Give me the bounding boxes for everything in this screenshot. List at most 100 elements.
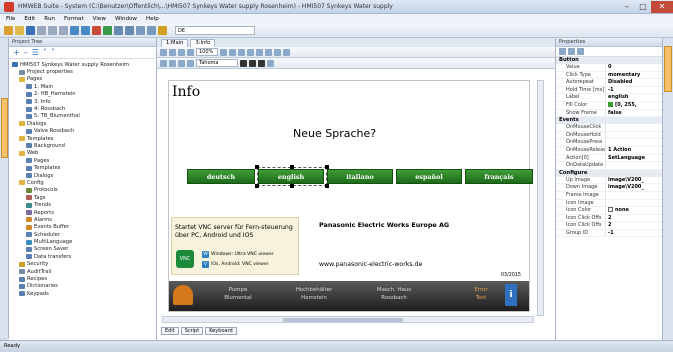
new-icon[interactable] xyxy=(4,26,13,35)
nav-button-maschhaus[interactable]: Masch. Haus Rossbach xyxy=(359,287,429,302)
property-row[interactable]: OnMouseRelease 1 Action xyxy=(556,146,662,155)
property-value[interactable]: 2 xyxy=(606,215,662,222)
property-row[interactable]: Show Frame false xyxy=(556,109,662,118)
resize-handle[interactable] xyxy=(255,165,259,169)
property-value[interactable]: image\V200_ xyxy=(606,177,662,184)
tree-item[interactable]: Web xyxy=(9,150,156,157)
property-value[interactable] xyxy=(606,139,662,146)
remove-icon[interactable]: – xyxy=(24,48,28,57)
stop-icon[interactable] xyxy=(92,26,101,35)
text-tool-icon[interactable] xyxy=(160,59,167,67)
align-right-icon[interactable] xyxy=(238,48,245,56)
tree-item[interactable]: Config xyxy=(9,179,156,186)
tree-item[interactable]: 2: HB_Hamstein xyxy=(9,91,156,98)
color-swatch[interactable] xyxy=(608,101,613,107)
nav-button-pumpe[interactable]: Pumpe Blumental xyxy=(203,287,273,302)
property-row[interactable]: Fill Color [0, 255, xyxy=(556,101,662,110)
resize-handle[interactable] xyxy=(290,184,294,188)
tab-edit[interactable]: Edit xyxy=(161,327,179,335)
tree-item[interactable]: Protocols xyxy=(9,187,156,194)
tree-item[interactable]: AuditTrail xyxy=(9,268,156,275)
categorized-icon[interactable] xyxy=(559,48,566,55)
italic-icon[interactable] xyxy=(249,59,256,67)
tree-item[interactable]: Dialogs xyxy=(9,120,156,127)
vnc-info-box[interactable]: Startet VNC server für Fern-steuerung üb… xyxy=(171,217,299,275)
resize-handle[interactable] xyxy=(290,165,294,169)
property-row[interactable]: OnMousePress xyxy=(556,139,662,147)
property-value[interactable] xyxy=(606,124,662,131)
property-row[interactable]: Group ID -1 xyxy=(556,229,662,238)
lang-button-espanol[interactable]: español xyxy=(396,169,462,184)
close-button[interactable]: ✕ xyxy=(651,0,673,13)
property-value[interactable]: momentary xyxy=(606,72,662,79)
menu-format[interactable]: Format xyxy=(64,16,84,22)
left-dock-tab[interactable] xyxy=(1,98,8,158)
tree-item[interactable]: Templates xyxy=(9,135,156,142)
tree-item[interactable]: 4: Rossbach xyxy=(9,105,156,112)
font-select[interactable]: Tahoma xyxy=(196,59,238,67)
tree-item[interactable]: Screen Saver xyxy=(9,246,156,253)
tree-item[interactable]: Recipes xyxy=(9,275,156,282)
menu-run[interactable]: Run xyxy=(44,16,55,22)
property-row[interactable]: Down Image image\V200_ xyxy=(556,184,662,192)
tree-item[interactable]: Valve Rossbach xyxy=(9,128,156,135)
text-align-icon[interactable] xyxy=(267,59,274,67)
tab-info[interactable]: 3:Info xyxy=(190,39,216,47)
widget-icon[interactable] xyxy=(158,26,167,35)
property-value[interactable]: false xyxy=(606,110,662,117)
property-value[interactable]: -1 xyxy=(606,230,662,237)
property-value[interactable]: none xyxy=(606,207,662,214)
version-date[interactable]: 03/2015 xyxy=(501,273,521,278)
property-value[interactable] xyxy=(606,162,662,169)
property-value[interactable]: image\V200_ xyxy=(606,184,662,191)
align-center-icon[interactable] xyxy=(229,48,236,56)
zoom-fit-icon[interactable] xyxy=(178,48,185,56)
tree-item[interactable]: Security xyxy=(9,261,156,268)
resize-handle[interactable] xyxy=(255,184,259,188)
tree-item[interactable]: Background xyxy=(9,142,156,149)
property-row[interactable]: Up Image image\V200_ xyxy=(556,176,662,185)
property-row[interactable]: Label english xyxy=(556,94,662,102)
tree-item[interactable]: Keypads xyxy=(9,290,156,297)
bring-front-icon[interactable] xyxy=(265,48,272,56)
property-value[interactable]: english xyxy=(606,94,662,101)
property-row[interactable]: Hold Time [ms] -1 xyxy=(556,86,662,95)
property-row[interactable]: OnMouseHold xyxy=(556,131,662,140)
language-select[interactable]: DE xyxy=(175,26,255,35)
upload-icon[interactable] xyxy=(125,26,134,35)
maximize-button[interactable]: □ xyxy=(635,1,651,13)
add-icon[interactable]: + xyxy=(13,48,20,57)
tree-item[interactable]: Trends xyxy=(9,201,156,208)
menu-help[interactable]: Help xyxy=(146,16,159,22)
line-tool-icon[interactable] xyxy=(178,59,185,67)
tab-main[interactable]: 1:Main xyxy=(161,39,189,47)
company-url[interactable]: www.panasonic-electric-works.de xyxy=(319,261,422,268)
property-row[interactable]: Icon Click Offs 2 xyxy=(556,222,662,230)
checkbox[interactable] xyxy=(608,207,613,213)
info-icon[interactable]: i xyxy=(505,284,517,306)
property-value[interactable] xyxy=(606,200,662,207)
tree-item[interactable]: Data transfers xyxy=(9,253,156,260)
tree-item[interactable]: Dialogs xyxy=(9,172,156,179)
property-row[interactable]: Frame Image xyxy=(556,191,662,200)
zoom-in-icon[interactable] xyxy=(160,48,167,56)
vertical-scrollbar[interactable] xyxy=(537,80,544,316)
property-row[interactable]: Icon Image xyxy=(556,199,662,208)
resize-handle[interactable] xyxy=(325,165,329,169)
redo-icon[interactable] xyxy=(81,26,90,35)
language-question[interactable]: Neue Sprache? xyxy=(293,127,376,140)
tree-item[interactable]: Tags xyxy=(9,194,156,201)
right-dock-tab[interactable] xyxy=(664,46,672,92)
property-section[interactable]: Configure xyxy=(556,169,662,177)
send-back-icon[interactable] xyxy=(274,48,281,56)
menu-file[interactable]: File xyxy=(6,16,15,22)
tree-item[interactable]: Dictionaries xyxy=(9,283,156,290)
property-value[interactable] xyxy=(606,192,662,199)
page-title[interactable]: Info xyxy=(172,84,200,100)
filter-icon[interactable] xyxy=(577,48,584,55)
property-value[interactable]: SetLanguage xyxy=(606,155,662,162)
property-value[interactable]: [0, 255, xyxy=(606,101,662,109)
property-row[interactable]: OnDataUpdate xyxy=(556,162,662,170)
menu-window[interactable]: Window xyxy=(115,16,137,22)
property-row[interactable]: OnMouseClick xyxy=(556,124,662,132)
